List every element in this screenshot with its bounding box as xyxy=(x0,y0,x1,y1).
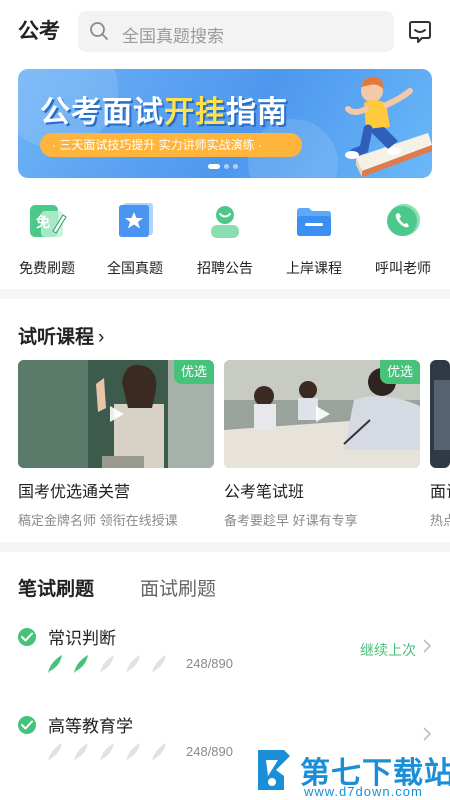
feather-icon-empty xyxy=(48,743,62,761)
free-practice-icon: 免 xyxy=(30,205,67,237)
course-title: 国考优选通关营 xyxy=(18,484,131,501)
quick-item-label: 上岸课程 xyxy=(286,260,342,276)
banner-pagination xyxy=(208,164,238,169)
feather-icon-empty xyxy=(126,743,140,761)
banner-illustration xyxy=(345,76,432,177)
feather-icon-empty xyxy=(126,655,140,673)
check-icon xyxy=(18,716,36,734)
section-divider xyxy=(0,542,450,552)
course-card[interactable]: 优选 公考笔试班 备考要趁早 好课有专享 xyxy=(224,360,420,529)
national-exam-icon xyxy=(119,203,153,237)
practice-name: 高等教育学 xyxy=(48,717,133,736)
banner-dot xyxy=(224,164,229,169)
feather-icon-empty xyxy=(100,655,114,673)
tab-written-practice[interactable]: 笔试刷题 xyxy=(18,574,104,601)
search-input[interactable]: 全国真题搜索 xyxy=(78,11,394,52)
chevron-right-icon xyxy=(423,727,432,741)
course-thumbnail: 优选 xyxy=(18,360,214,468)
banner-title: 公考面试开挂指南 xyxy=(40,96,288,129)
quick-item-call-teacher[interactable]: 呼叫老师 xyxy=(363,195,443,278)
course-title: 公考笔试班 xyxy=(224,484,305,501)
play-icon xyxy=(110,406,124,422)
message-icon[interactable] xyxy=(406,18,434,46)
progress-feathers xyxy=(46,654,168,674)
section-divider xyxy=(0,289,450,299)
practice-item[interactable]: 常识判断 248/890 继续上次 xyxy=(0,622,450,702)
chevron-right-icon xyxy=(423,639,432,653)
banner-dot xyxy=(233,164,238,169)
quick-item-free-practice[interactable]: 免 免费刷题 xyxy=(7,195,87,278)
quick-item-label: 招聘公告 xyxy=(197,260,253,276)
phone-call-icon xyxy=(387,204,420,236)
course-card[interactable]: 面试 热点 xyxy=(430,360,450,529)
check-icon xyxy=(18,628,36,646)
feather-icon-empty xyxy=(152,743,166,761)
quick-item-recruitment[interactable]: 招聘公告 xyxy=(185,195,265,278)
practice-progress: 248/890 xyxy=(186,744,233,759)
practice-name: 常识判断 xyxy=(48,629,116,648)
play-icon xyxy=(316,406,330,422)
practice-progress: 248/890 xyxy=(186,656,233,671)
course-badge: 优选 xyxy=(380,360,420,384)
course-description: 热点 xyxy=(430,513,450,528)
course-folder-icon xyxy=(297,208,331,236)
quick-item-label: 呼叫老师 xyxy=(375,260,431,276)
quick-item-national-exam[interactable]: 全国真题 xyxy=(95,195,175,278)
watermark-logo-icon xyxy=(258,750,290,790)
feather-icon-empty xyxy=(152,655,166,673)
continue-link[interactable]: 继续上次 xyxy=(360,640,416,660)
tab-interview-practice[interactable]: 面试刷题 xyxy=(140,574,216,601)
quick-item-label: 免费刷题 xyxy=(19,260,75,276)
feather-icon-filled xyxy=(48,655,62,673)
progress-feathers xyxy=(46,742,168,762)
course-description: 备考要趁早 好课有专享 xyxy=(224,513,358,528)
recruitment-icon xyxy=(211,206,239,238)
quick-item-label: 全国真题 xyxy=(107,260,163,276)
feather-icon-empty xyxy=(74,743,88,761)
chevron-right-icon: › xyxy=(98,327,105,348)
promo-banner[interactable]: 公考面试开挂指南 · 三天面试技巧提升 实力讲师实战演练 · xyxy=(18,69,432,178)
course-badge: 优选 xyxy=(174,360,214,384)
course-thumbnail xyxy=(430,360,450,468)
course-title: 面试 xyxy=(430,484,450,501)
search-icon xyxy=(90,22,108,40)
page-title: 公考 xyxy=(18,20,60,43)
banner-dot-active xyxy=(208,164,220,169)
search-placeholder: 全国真题搜索 xyxy=(122,27,224,46)
top-bar: 公考 全国真题搜索 xyxy=(0,0,450,62)
course-card[interactable]: 优选 国考优选通关营 稿定金牌名师 领衔在线授课 xyxy=(18,360,214,529)
trial-section-header[interactable]: 试听课程 › xyxy=(18,322,104,349)
feather-icon-empty xyxy=(100,743,114,761)
svg-text:免: 免 xyxy=(36,214,50,231)
watermark: 第七下载站 www.d7down.com xyxy=(254,746,450,800)
watermark-url: www.d7down.com xyxy=(304,784,423,799)
course-description: 稿定金牌名师 领衔在线授课 xyxy=(18,513,178,528)
quick-item-course[interactable]: 上岸课程 xyxy=(274,195,354,278)
quick-menu: 免 免费刷题 全国真题 招聘公告 上岸课程 呼叫老师 xyxy=(0,195,450,278)
feather-icon-filled xyxy=(74,655,88,673)
course-thumbnail: 优选 xyxy=(224,360,420,468)
banner-subtitle: · 三天面试技巧提升 实力讲师实战演练 · xyxy=(40,133,302,157)
